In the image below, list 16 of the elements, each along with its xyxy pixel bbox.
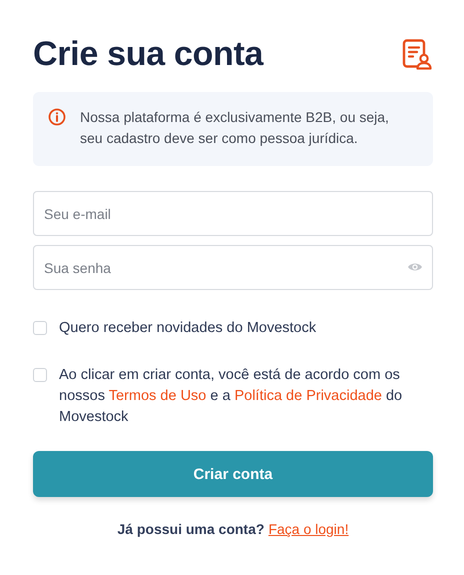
- link[interactable]: Termos de Uso: [108, 388, 206, 404]
- password-field[interactable]: Sua senha: [33, 245, 433, 290]
- page-title: Crie sua conta: [33, 34, 264, 74]
- email-field[interactable]: Seu e-mail: [33, 191, 433, 236]
- eye-icon: [407, 261, 423, 273]
- checkbox-label: Quero receber novidades do Movestock: [59, 319, 316, 338]
- login-link[interactable]: Faça o login!: [268, 521, 349, 537]
- checkbox[interactable]: [33, 368, 47, 382]
- link[interactable]: Política de Privacidade: [234, 388, 382, 404]
- document-user-icon: [402, 38, 432, 70]
- info-icon: [48, 108, 66, 126]
- checkbox-label: Ao clicar em criar conta, você está de acordo com os nossos Termos de Uso e a Política de Privacidade do Movestock: [59, 366, 404, 427]
- login-prompt: Já possui uma conta?: [117, 521, 264, 537]
- create-account-button[interactable]: Criar conta: [33, 451, 433, 497]
- checkbox[interactable]: [33, 321, 47, 335]
- notice-text: Nossa plataforma é exclusivamente B2B, ou seja, seu cadastro deve ser como pessoa jurídica.: [80, 108, 390, 148]
